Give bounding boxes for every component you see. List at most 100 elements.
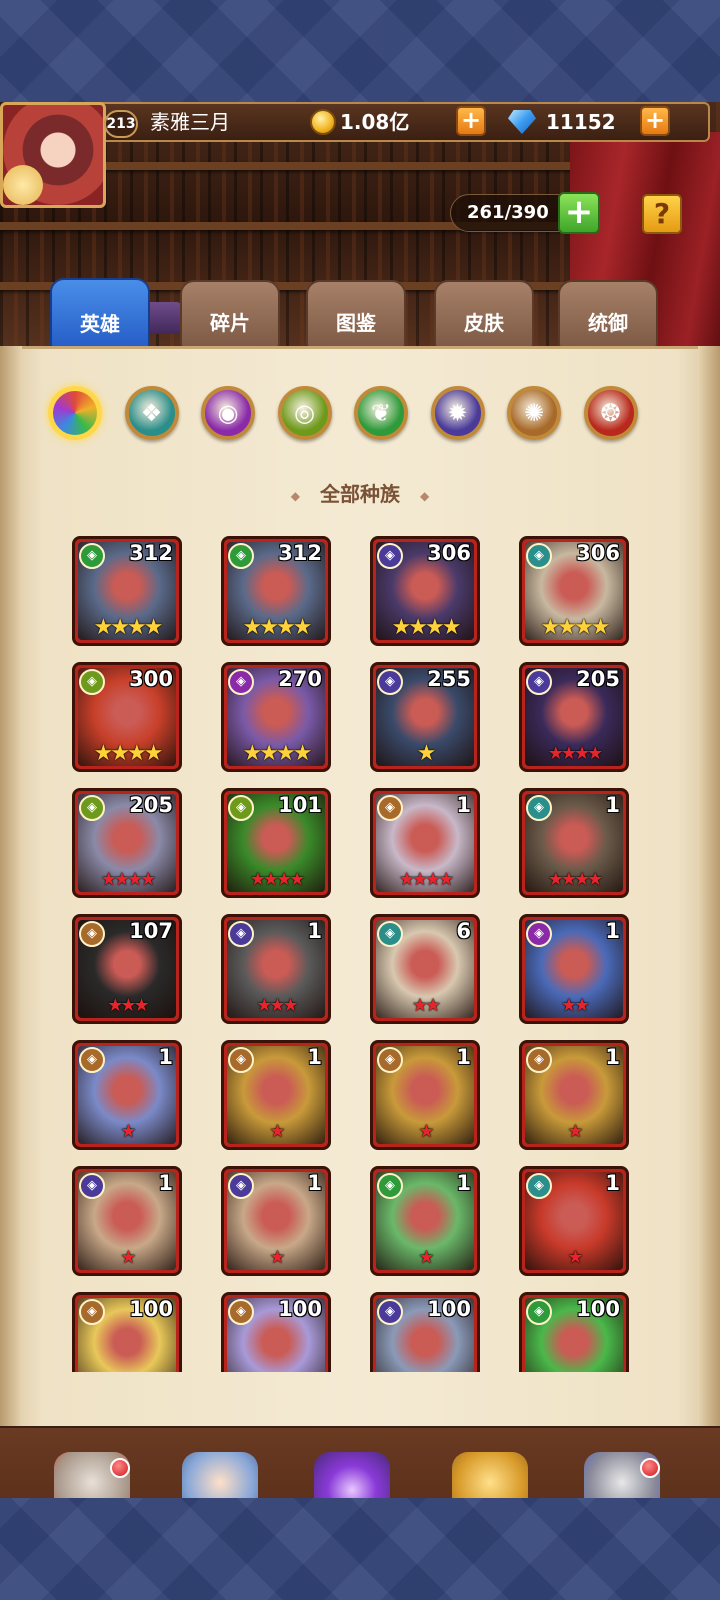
hero-card[interactable]: ◈ 205 ★★★★ <box>72 788 182 898</box>
hero-card[interactable]: ◈ 306 ★★★★ <box>370 536 480 646</box>
all-races-icon[interactable] <box>48 386 102 440</box>
hero-level: 1 <box>456 1171 471 1195</box>
hero-card[interactable]: ◈ 1 ★★★★ <box>519 788 629 898</box>
nav-item-hero-portrait[interactable]: 英雄 <box>164 1452 274 1498</box>
hero-card[interactable]: ◈ 6 ★★ <box>370 914 480 1024</box>
hero-stars: ★ <box>269 1247 285 1268</box>
tab-skins[interactable]: 皮肤 <box>434 280 534 350</box>
hero-card[interactable]: ◈ 100 <box>72 1292 182 1372</box>
hero-card[interactable]: ◈ 1 ★ <box>72 1040 182 1150</box>
add-gold-button[interactable]: + <box>456 106 486 136</box>
hero-race-icon: ◈ <box>526 669 552 695</box>
hero-card[interactable]: ◈ 1 ★ <box>519 1166 629 1276</box>
hero-card[interactable]: ◈ 1 ★★ <box>519 914 629 1024</box>
hero-stars: ★★ <box>411 995 441 1016</box>
hero-stars: ★★★★ <box>547 869 604 890</box>
tab-command[interactable]: 统御 <box>558 280 658 350</box>
player-avatar[interactable] <box>0 102 106 208</box>
hero-race-icon: ◈ <box>526 543 552 569</box>
nav-item-castle[interactable]: 主城 <box>36 1452 146 1498</box>
hero-card[interactable]: ◈ 205 ★★★★ <box>519 662 629 772</box>
section-title-text: 全部种族 <box>320 482 400 506</box>
hero-card[interactable]: ◈ 100 <box>519 1292 629 1372</box>
hero-card[interactable]: ◈ 100 <box>221 1292 331 1372</box>
hero-stars: ★★★★ <box>242 741 313 766</box>
race-teal-icon[interactable]: ❖ <box>124 386 179 440</box>
hero-level: 270 <box>278 667 322 691</box>
player-level-badge: 213 <box>104 110 138 138</box>
hero-card[interactable]: ◈ 255 ★ <box>370 662 480 772</box>
hero-stars: ★ <box>418 1121 434 1142</box>
hero-race-icon: ◈ <box>526 795 552 821</box>
page-edge-left <box>0 346 22 1426</box>
add-diamond-button[interactable]: + <box>640 106 670 136</box>
tab-fragments[interactable]: 碎片 <box>180 280 280 350</box>
expand-capacity-button[interactable]: + <box>558 192 600 234</box>
hero-card[interactable]: ◈ 1 ★ <box>519 1040 629 1150</box>
hero-stars: ★★★★ <box>242 615 313 640</box>
hero-race-icon: ◈ <box>228 1047 254 1073</box>
hero-level: 100 <box>129 1297 173 1321</box>
race-green-eye-icon[interactable]: ◎ <box>277 386 332 440</box>
race-leaf-icon[interactable]: ❦ <box>354 386 408 440</box>
nav-item-backpack[interactable]: 背包 <box>434 1452 544 1498</box>
hero-level: 1 <box>456 1045 471 1069</box>
hero-race-icon: ◈ <box>79 1299 105 1325</box>
tab-heroes[interactable]: 英雄 <box>50 278 150 356</box>
hero-stars: ★★★★ <box>540 615 611 640</box>
hero-card[interactable]: ◈ 312 ★★★★ <box>72 536 182 646</box>
nav-item-guild-tower[interactable]: 公会 <box>566 1452 676 1498</box>
hero-stars: ★ <box>269 1121 285 1142</box>
portal-icon <box>314 1452 390 1498</box>
hero-level: 1 <box>307 1045 322 1069</box>
hero-race-icon: ◈ <box>79 1173 105 1199</box>
hero-stars: ★★★★ <box>100 869 157 890</box>
hero-level: 1 <box>307 919 322 943</box>
hero-level: 312 <box>278 541 322 565</box>
hero-stars: ★★★ <box>256 995 298 1016</box>
hero-card[interactable]: ◈ 306 ★★★★ <box>519 536 629 646</box>
hero-capacity-text: 261/390 <box>467 202 549 223</box>
race-dark-icon[interactable]: ✹ <box>430 386 485 440</box>
hero-race-icon: ◈ <box>377 669 403 695</box>
hero-level: 1 <box>605 1045 620 1069</box>
hero-card[interactable]: ◈ 101 ★★★★ <box>221 788 331 898</box>
hero-card[interactable]: ◈ 1 ★ <box>221 1166 331 1276</box>
hero-card[interactable]: ◈ 1 ★ <box>370 1166 480 1276</box>
hero-card[interactable]: ◈ 300 ★★★★ <box>72 662 182 772</box>
help-button[interactable]: ? <box>642 194 682 234</box>
hero-card[interactable]: ◈ 270 ★★★★ <box>221 662 331 772</box>
hero-card[interactable]: ◈ 1 ★★★ <box>221 914 331 1024</box>
hero-level: 255 <box>427 667 471 691</box>
hero-level: 306 <box>427 541 471 565</box>
gold-amount: 1.08亿 <box>340 110 410 134</box>
hero-race-icon: ◈ <box>526 921 552 947</box>
race-red-icon[interactable]: ❂ <box>583 386 638 440</box>
race-light-icon[interactable]: ✺ <box>507 386 561 440</box>
hero-card[interactable]: ◈ 1 ★★★★ <box>370 788 480 898</box>
hero-card[interactable]: ◈ 107 ★★★ <box>72 914 182 1024</box>
hero-level: 1 <box>605 919 620 943</box>
hero-level: 100 <box>427 1297 471 1321</box>
hero-race-icon: ◈ <box>526 1299 552 1325</box>
hero-race-icon: ◈ <box>228 921 254 947</box>
hero-card[interactable]: ◈ 1 ★ <box>72 1166 182 1276</box>
hero-stars: ★ <box>120 1121 136 1142</box>
hero-race-icon: ◈ <box>377 543 403 569</box>
race-purple-icon[interactable]: ◉ <box>201 386 255 440</box>
hero-card[interactable]: ◈ 312 ★★★★ <box>221 536 331 646</box>
tab-codex[interactable]: 图鉴 <box>306 280 406 350</box>
hero-stars: ★★★★ <box>249 869 306 890</box>
hero-level: 1 <box>158 1171 173 1195</box>
gold-coin-icon <box>310 109 336 135</box>
hero-race-icon: ◈ <box>228 1173 254 1199</box>
hero-level: 312 <box>129 541 173 565</box>
hero-card[interactable]: ◈ 100 <box>370 1292 480 1372</box>
hero-card[interactable]: ◈ 1 ★ <box>370 1040 480 1150</box>
hero-card[interactable]: ◈ 1 ★ <box>221 1040 331 1150</box>
notification-dot-icon <box>110 1458 130 1478</box>
hero-stars: ★ <box>567 1247 583 1268</box>
nav-item-portal[interactable]: 探险 <box>296 1452 406 1498</box>
hero-race-icon: ◈ <box>377 1299 403 1325</box>
diamond-amount: 11152 <box>546 110 616 134</box>
